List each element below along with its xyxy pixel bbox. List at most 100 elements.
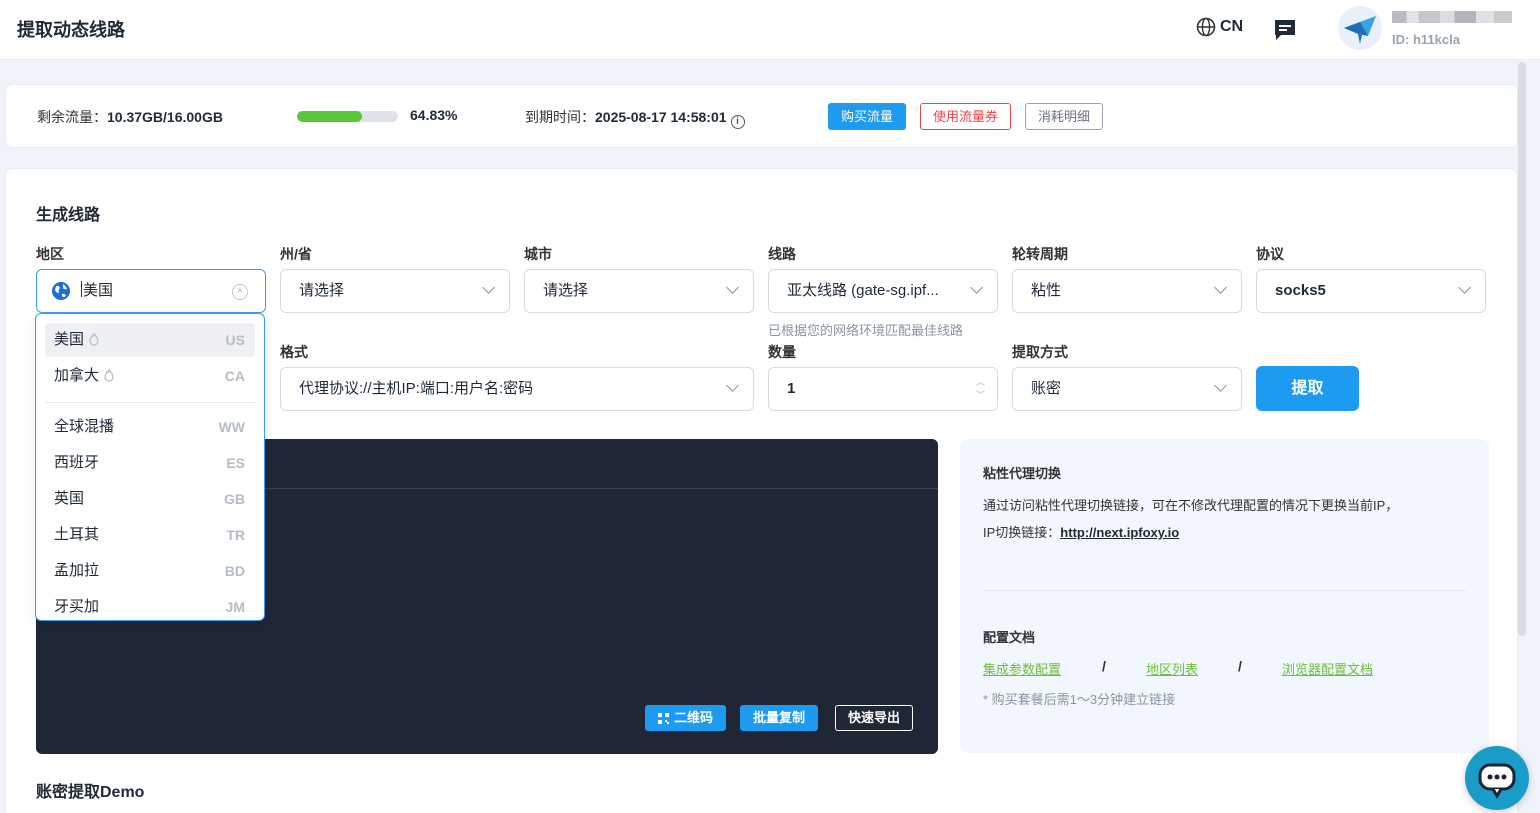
username-blurred	[1392, 11, 1512, 23]
region-option-bd[interactable]: 孟加拉 BD	[45, 554, 255, 588]
rotation-value: 粘性	[1031, 282, 1062, 299]
user-id: ID: h11kcla	[1392, 32, 1460, 47]
extract-button[interactable]: 提取	[1256, 366, 1359, 411]
doc-link-params[interactable]: 集成参数配置	[983, 659, 1061, 678]
fire-icon	[104, 368, 114, 382]
traffic-summary: 剩余流量：10.37GB/16.00GB 64.83% 到期时间：2025-08…	[5, 84, 1518, 148]
remaining-label: 剩余流量：	[37, 109, 107, 125]
chat-support-button[interactable]	[1465, 746, 1529, 810]
message-icon[interactable]	[1272, 17, 1298, 43]
remaining-traffic: 剩余流量：10.37GB/16.00GB	[37, 107, 223, 127]
method-label: 提取方式	[1012, 344, 1068, 360]
switch-link[interactable]: http://next.ipfoxy.io	[1060, 525, 1179, 540]
buy-traffic-button[interactable]: 购买流量	[828, 103, 907, 130]
option-code: US	[225, 332, 245, 348]
option-label: 孟加拉	[54, 562, 100, 579]
top-header: 提取动态线路 CN ID: h11kcla	[0, 0, 1540, 60]
region-value: 美国	[83, 282, 114, 299]
region-option-es[interactable]: 西班牙 ES	[45, 446, 255, 480]
option-code: JM	[225, 599, 245, 615]
traffic-percent: 64.83%	[410, 107, 458, 123]
clear-icon[interactable]: ×	[232, 284, 248, 300]
traffic-progress-bar	[297, 111, 398, 122]
docs-title: 配置文档	[983, 630, 1036, 645]
decrement-icon[interactable]: ﹀	[976, 389, 985, 402]
doc-link-browser[interactable]: 浏览器配置文档	[1282, 659, 1373, 678]
region-option-ca[interactable]: 加拿大 CA	[45, 359, 255, 393]
dropdown-divider	[45, 402, 255, 403]
sticky-proxy-desc: 通过访问粘性代理切换链接，可在不修改代理配置的情况下更换当前IP，	[983, 498, 1399, 513]
region-dropdown[interactable]: 美国 US 加拿大 CA 全球混播 WW 西班牙 ES 英国 GB 土耳其 TR 孟加拉…	[35, 313, 265, 621]
state-select[interactable]: 请选择	[280, 269, 510, 313]
doc-link-regions[interactable]: 地区列表	[1146, 659, 1198, 678]
chevron-down-icon	[970, 281, 983, 294]
switch-link-row: IP切换链接：http://next.ipfoxy.io	[983, 522, 1179, 541]
option-code: GB	[224, 491, 245, 507]
state-value: 请选择	[299, 282, 345, 299]
option-label: 美国	[54, 331, 85, 348]
language-switcher[interactable]: CN	[1196, 17, 1243, 37]
rotation-label: 轮转周期	[1012, 246, 1068, 262]
chat-bubble-icon	[1478, 763, 1516, 800]
city-select[interactable]: 请选择	[524, 269, 754, 313]
region-select[interactable]: 美国 ×	[36, 269, 266, 313]
city-label: 城市	[524, 246, 552, 262]
option-code: ES	[226, 455, 245, 471]
chevron-down-icon	[482, 281, 495, 294]
demo-title: 账密提取Demo	[36, 784, 145, 801]
scrollbar[interactable]	[1518, 62, 1526, 636]
quantity-value: 1	[787, 380, 796, 397]
format-value: 代理协议://主机IP:端口:用户名:密码	[299, 380, 534, 397]
protocol-label: 协议	[1256, 246, 1284, 262]
region-option-jm[interactable]: 牙买加 JM	[45, 590, 255, 620]
page-title: 提取动态线路	[17, 20, 125, 40]
remaining-value: 10.37GB/16.00GB	[107, 109, 223, 125]
option-code: BD	[224, 563, 245, 579]
region-option-gb[interactable]: 英国 GB	[45, 482, 255, 516]
sticky-proxy-title: 粘性代理切换	[983, 466, 1062, 481]
region-option-ww[interactable]: 全球混播 WW	[45, 410, 255, 444]
use-coupon-button[interactable]: 使用流量券	[920, 103, 1012, 130]
qr-code-button[interactable]: 二维码	[645, 705, 727, 731]
quantity-stepper[interactable]: 1 ︿ ﹀	[768, 367, 998, 411]
chevron-down-icon	[1214, 379, 1227, 392]
state-label: 州/省	[280, 246, 312, 262]
option-code: CA	[224, 368, 245, 384]
chevron-down-icon	[726, 281, 739, 294]
setup-note: * 购买套餐后需1～3分钟建立链接	[983, 692, 1176, 707]
protocol-value: socks5	[1275, 282, 1326, 299]
doc-separator: /	[1238, 658, 1242, 674]
quantity-label: 数量	[768, 344, 796, 360]
usage-detail-button[interactable]: 消耗明细	[1025, 103, 1104, 130]
expiry-time: 到期时间：2025-08-17 14:58:01 i	[525, 107, 745, 129]
route-hint: 已根据您的网络环境匹配最佳线路	[768, 323, 964, 338]
format-select[interactable]: 代理协议://主机IP:端口:用户名:密码	[280, 367, 754, 411]
chevron-down-icon	[1214, 281, 1227, 294]
qr-code-icon	[658, 713, 669, 724]
batch-copy-button[interactable]: 批量复制	[740, 705, 819, 731]
quick-export-button[interactable]: 快速导出	[835, 705, 914, 731]
city-value: 请选择	[543, 282, 589, 299]
region-label: 地区	[36, 246, 64, 262]
expiry-label: 到期时间：	[525, 109, 595, 125]
traffic-progress-fill	[297, 111, 363, 122]
option-code: WW	[218, 419, 245, 435]
globe-icon	[1196, 17, 1216, 37]
rotation-select[interactable]: 粘性	[1012, 269, 1242, 313]
method-select[interactable]: 账密	[1012, 367, 1242, 411]
route-value: 亚太线路 (gate-sg.ipf...	[787, 282, 939, 299]
avatar[interactable]	[1338, 6, 1382, 50]
option-label: 全球混播	[54, 418, 115, 435]
info-panel: 粘性代理切换 通过访问粘性代理切换链接，可在不修改代理配置的情况下更换当前IP，…	[960, 439, 1489, 753]
info-icon[interactable]: i	[730, 115, 745, 129]
stepper-arrows[interactable]: ︿ ﹀	[976, 376, 985, 402]
format-label: 格式	[280, 344, 308, 360]
qr-code-label: 二维码	[674, 710, 714, 725]
region-option-tr[interactable]: 土耳其 TR	[45, 518, 255, 552]
region-option-us[interactable]: 美国 US	[45, 323, 255, 357]
protocol-select[interactable]: socks5	[1256, 269, 1486, 313]
chevron-down-icon	[1458, 281, 1471, 294]
option-label: 牙买加	[54, 598, 100, 615]
route-select[interactable]: 亚太线路 (gate-sg.ipf...	[768, 269, 998, 313]
increment-icon[interactable]: ︿	[976, 376, 985, 389]
